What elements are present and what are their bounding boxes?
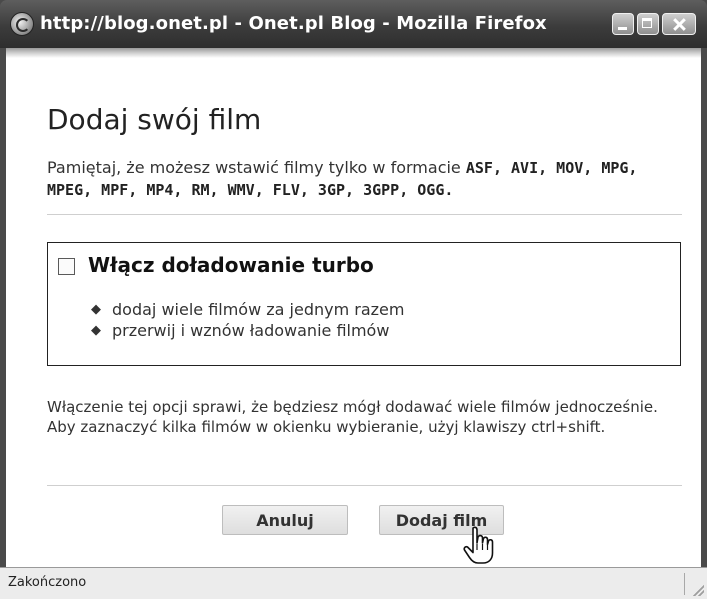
turbo-checkbox-label[interactable]: Włącz doładowanie turbo: [88, 253, 374, 277]
feature-text: przerwij i wznów ładowanie filmów: [112, 321, 390, 340]
status-bar: Zakończono: [0, 567, 707, 599]
close-icon[interactable]: [662, 13, 696, 35]
firefox-icon: [10, 12, 34, 36]
turbo-note: Włączenie tej opcji sprawi, że będziesz …: [47, 398, 658, 436]
turbo-features-list: ◆ dodaj wiele filmów za jednym razem ◆ p…: [88, 299, 404, 341]
hand-pointer-icon: [463, 526, 494, 564]
cancel-button[interactable]: Anuluj: [222, 505, 348, 535]
top-shadow: [6, 48, 701, 58]
dialog-heading: Dodaj swój film: [47, 103, 262, 136]
divider: [47, 485, 682, 486]
feature-text: dodaj wiele filmów za jednym razem: [112, 300, 405, 319]
dialog-content: Dodaj swój film Pamiętaj, że możesz wsta…: [6, 48, 701, 567]
diamond-bullet-icon: ◆: [91, 323, 101, 338]
list-item: ◆ dodaj wiele filmów za jednym razem: [88, 299, 404, 320]
format-info-text: Pamiętaj, że możesz wstawić filmy tylko …: [47, 158, 466, 177]
minimize-icon[interactable]: [612, 13, 634, 35]
status-separator: [684, 573, 685, 595]
resize-grip-icon[interactable]: [690, 582, 704, 596]
browser-window: http://blog.onet.pl - Onet.pl Blog - Moz…: [0, 0, 707, 599]
window-title: http://blog.onet.pl - Onet.pl Blog - Moz…: [40, 13, 547, 34]
status-text: Zakończono: [8, 575, 87, 590]
title-bar[interactable]: http://blog.onet.pl - Onet.pl Blog - Moz…: [0, 0, 707, 48]
turbo-option-box: Włącz doładowanie turbo ◆ dodaj wiele fi…: [47, 242, 681, 366]
divider: [47, 214, 682, 215]
turbo-checkbox[interactable]: [58, 258, 75, 275]
format-info: Pamiętaj, że możesz wstawić filmy tylko …: [47, 157, 687, 201]
list-item: ◆ przerwij i wznów ładowanie filmów: [88, 320, 404, 341]
diamond-bullet-icon: ◆: [91, 302, 101, 317]
maximize-icon[interactable]: [637, 13, 659, 35]
